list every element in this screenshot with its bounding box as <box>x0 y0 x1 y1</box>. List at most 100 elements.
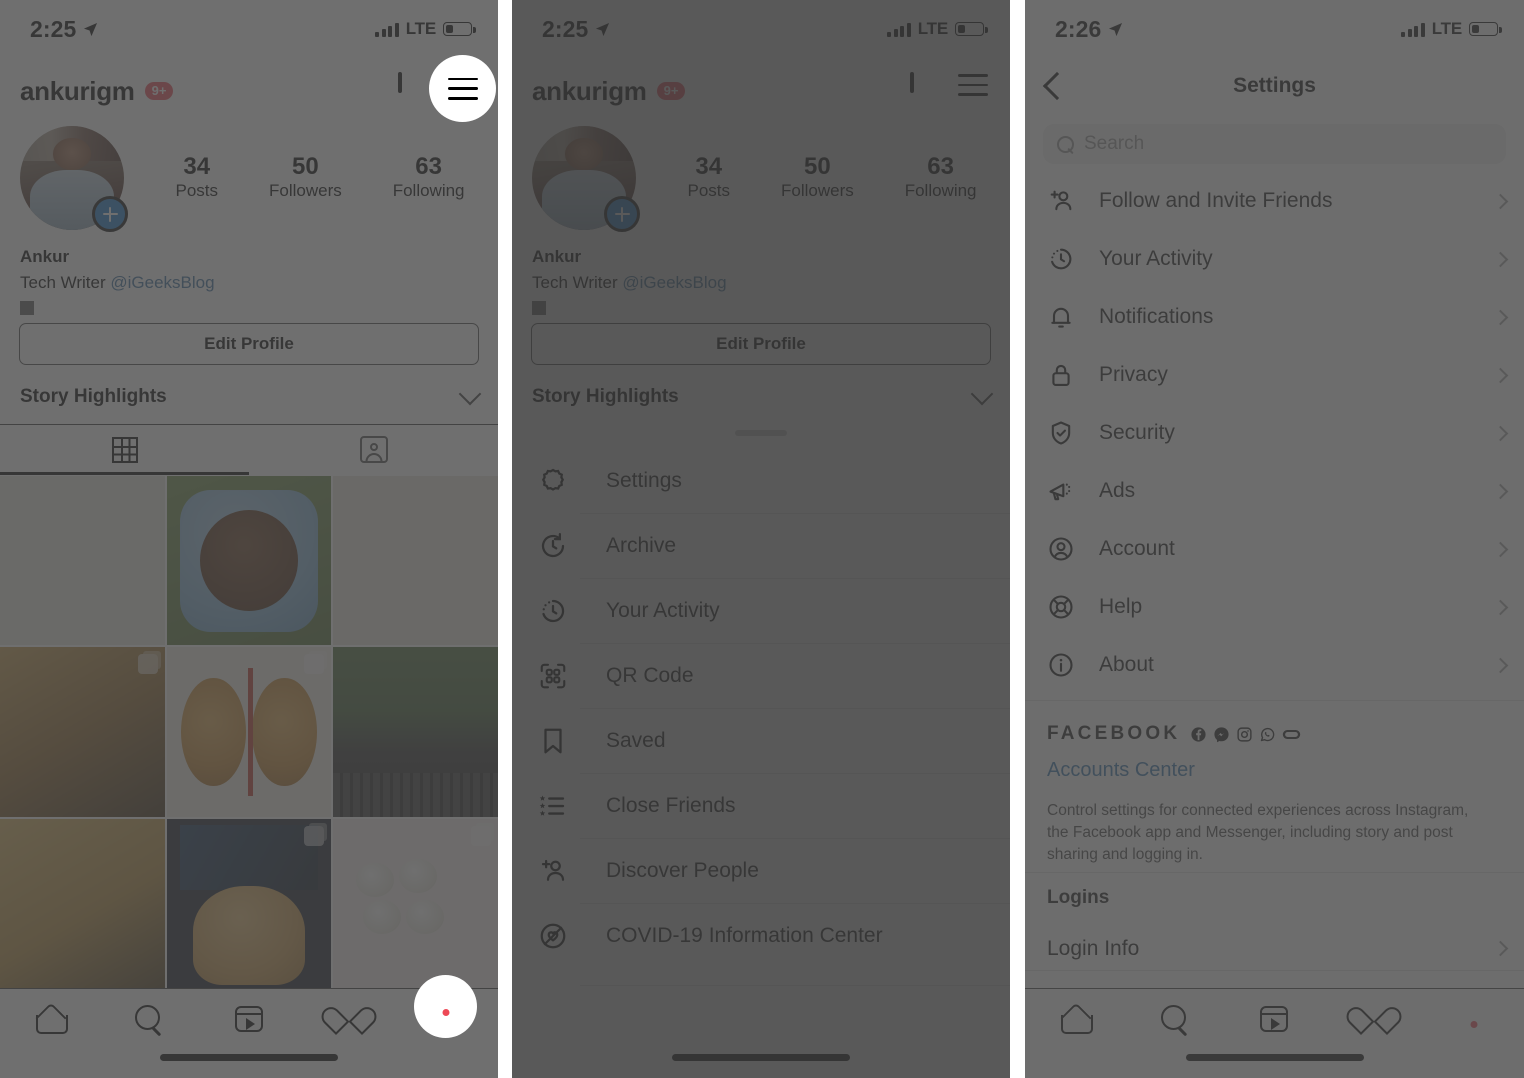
settings-item-security[interactable]: Security <box>1025 404 1524 462</box>
settings-item-help[interactable]: Help <box>1025 578 1524 636</box>
story-highlights-row[interactable]: Story Highlights <box>532 378 994 416</box>
tab-grid[interactable] <box>0 425 249 475</box>
facebook-icon <box>1191 726 1206 742</box>
menu-item-covid-info[interactable]: COVID-19 Information Center <box>512 903 1010 968</box>
accounts-center-link[interactable]: Accounts Center <box>1047 759 1502 782</box>
stat-followers[interactable]: 50 Followers <box>269 153 342 204</box>
add-person-icon <box>1047 187 1085 215</box>
status-right: LTE <box>887 19 988 39</box>
tab-activity[interactable] <box>299 1007 399 1032</box>
tab-tagged[interactable] <box>249 425 498 474</box>
menu-item-label: Discover People <box>606 858 759 882</box>
menu-item-archive[interactable]: Archive <box>512 513 1010 578</box>
tab-home[interactable] <box>0 1006 100 1034</box>
highlight-profile-tab[interactable] <box>414 975 477 1038</box>
sheet-grabber[interactable] <box>735 430 787 436</box>
chevron-right-icon <box>1492 483 1509 499</box>
activity-clock-icon <box>1047 245 1085 273</box>
tab-reels[interactable] <box>1225 1006 1325 1032</box>
settings-item-follow-and-invite-friends[interactable]: Follow and Invite Friends <box>1025 172 1524 230</box>
menu-item-label: QR Code <box>606 663 694 687</box>
add-story-button[interactable] <box>604 196 640 232</box>
settings-item-privacy[interactable]: Privacy <box>1025 346 1524 404</box>
add-story-button[interactable] <box>92 196 128 232</box>
qr-code-icon <box>538 661 580 691</box>
settings-item-about[interactable]: About <box>1025 636 1524 694</box>
story-highlights-row[interactable]: Story Highlights <box>20 378 482 416</box>
stat-following-count: 63 <box>927 152 954 180</box>
panel3-content: 2:26 LTE Settings Search Follow and Invi… <box>1025 0 1524 1078</box>
stat-followers-count: 50 <box>804 152 831 180</box>
shield-check-icon <box>1047 419 1085 447</box>
stat-posts[interactable]: 34 Posts <box>687 153 730 204</box>
profile-avatar[interactable] <box>532 126 640 232</box>
menu-item-your-activity[interactable]: Your Activity <box>512 578 1010 643</box>
search-icon <box>1160 1005 1189 1033</box>
lock-icon <box>1047 361 1085 389</box>
settings-item-login-info[interactable]: Login Info <box>1025 927 1524 971</box>
profile-username: ankurigm <box>532 75 647 106</box>
stat-following[interactable]: 63 Following <box>905 153 977 204</box>
tab-activity[interactable] <box>1324 1007 1424 1032</box>
add-post-button[interactable] <box>910 72 944 108</box>
stat-followers[interactable]: 50 Followers <box>781 153 854 204</box>
settings-item-label: Account <box>1099 537 1175 560</box>
stat-following[interactable]: 63 Following <box>393 153 465 204</box>
stat-followers-count: 50 <box>292 152 319 180</box>
plus-square-icon <box>398 72 402 93</box>
grid-item[interactable] <box>0 818 165 988</box>
tab-search[interactable] <box>1125 1005 1225 1033</box>
add-post-button[interactable] <box>398 72 432 108</box>
grid-item[interactable] <box>333 818 498 988</box>
menu-item-discover-people[interactable]: Discover People <box>512 838 1010 903</box>
stat-posts[interactable]: 34 Posts <box>175 153 218 204</box>
profile-avatar[interactable] <box>20 126 128 232</box>
edit-profile-button[interactable]: Edit Profile <box>19 323 479 365</box>
bio-mention-link[interactable]: @iGeeksBlog <box>110 273 214 292</box>
grid-item[interactable] <box>166 818 332 988</box>
network-label: LTE <box>1431 19 1462 38</box>
search-placeholder: Search <box>1084 133 1145 154</box>
grid-item[interactable] <box>166 647 332 817</box>
network-label: LTE <box>405 19 436 38</box>
bookmark-icon <box>538 726 580 756</box>
chevron-down-icon <box>970 382 994 406</box>
settings-item-ads[interactable]: Ads <box>1025 462 1524 520</box>
settings-item-label: Notifications <box>1099 305 1214 328</box>
bio-mention-link[interactable]: @iGeeksBlog <box>622 273 726 292</box>
menu-item-saved[interactable]: Saved <box>512 708 1010 773</box>
home-indicator <box>160 1054 338 1061</box>
stats-group: 34 Posts 50 Followers 63 Following <box>636 153 1010 204</box>
settings-item-label: Help <box>1099 595 1143 618</box>
oculus-icon <box>1283 729 1301 739</box>
chevron-right-icon <box>1492 940 1509 957</box>
settings-item-label: Ads <box>1099 479 1136 502</box>
tab-search[interactable] <box>100 1005 200 1033</box>
grid-item[interactable] <box>0 476 165 646</box>
whatsapp-icon <box>1261 727 1275 741</box>
grid-item[interactable] <box>333 647 498 817</box>
settings-item-account[interactable]: Account <box>1025 520 1524 578</box>
tab-home[interactable] <box>1025 1006 1125 1034</box>
menu-item-settings[interactable]: Settings <box>512 448 1010 513</box>
menu-item-qr-code[interactable]: QR Code <box>512 643 1010 708</box>
signal-bars-icon <box>375 22 399 37</box>
panel1-content: 2:25 LTE ankurigm 9+ 34 Posts 50 Followe… <box>0 0 498 1078</box>
settings-item-your-activity[interactable]: Your Activity <box>1025 230 1524 288</box>
settings-item-notifications[interactable]: Notifications <box>1025 288 1524 346</box>
logins-heading: Logins <box>1047 887 1110 908</box>
location-arrow-icon <box>84 22 98 36</box>
grid-item[interactable] <box>333 476 498 646</box>
search-input[interactable]: Search <box>1043 124 1506 164</box>
highlight-hamburger-menu[interactable] <box>429 55 496 122</box>
signal-bars-icon <box>1401 22 1425 37</box>
hamburger-menu-button[interactable] <box>958 74 992 108</box>
edit-profile-button[interactable]: Edit Profile <box>531 323 991 365</box>
bio-prefix: Tech Writer <box>20 272 111 292</box>
menu-item-close-friends[interactable]: Close Friends <box>512 773 1010 838</box>
status-time: 2:26 <box>1055 15 1102 42</box>
menu-item-label: Your Activity <box>606 598 720 622</box>
tab-reels[interactable] <box>199 1006 299 1032</box>
grid-item[interactable] <box>0 647 165 817</box>
grid-item[interactable] <box>166 476 332 646</box>
